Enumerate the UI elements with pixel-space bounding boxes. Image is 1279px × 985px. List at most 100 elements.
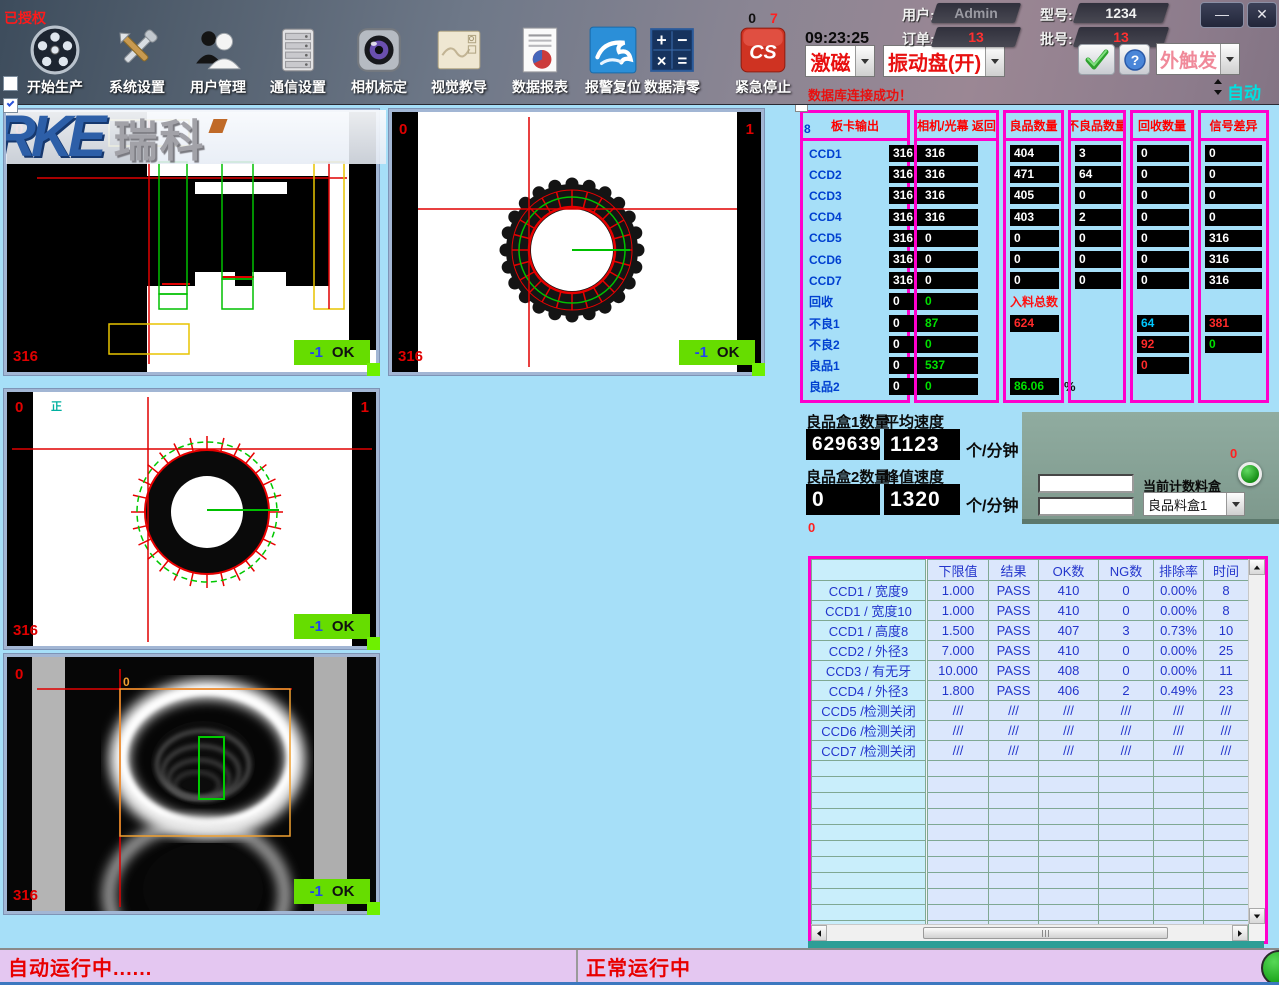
- order-field[interactable]: 13: [931, 27, 1021, 47]
- measurement-cell: ///: [1039, 721, 1099, 741]
- toolbar-button-10[interactable]: 07CS紧急停止: [722, 24, 804, 97]
- value-box: 0: [1205, 145, 1262, 162]
- measurement-cell: 7.000: [927, 641, 989, 661]
- table-row[interactable]: CCD1 / 高度81.500PASS40730.73%10: [812, 621, 1249, 641]
- users-icon: [192, 24, 244, 76]
- table-row[interactable]: CCD6 /检测关闭//////////////////: [812, 721, 1249, 741]
- resize-grip[interactable]: [367, 902, 380, 915]
- toolbar-button-7[interactable]: 数据报表: [499, 24, 581, 97]
- measurement-cell: 2: [1099, 681, 1154, 701]
- camera-view-3[interactable]: 0 正 1 316 -1OK: [3, 388, 380, 650]
- table-row[interactable]: CCD1 / 宽度101.000PASS41000.00%8: [812, 601, 1249, 621]
- column-header: NG数: [1099, 560, 1154, 581]
- table-row[interactable]: CCD3 / 有无牙10.000PASS40800.00%11: [812, 661, 1249, 681]
- spin-up-icon[interactable]: [1214, 79, 1222, 84]
- status-bar: 自动运行中...... 正常运行中: [0, 948, 1279, 982]
- measurement-cell: ///: [927, 701, 989, 721]
- value-box: 64: [1075, 166, 1121, 183]
- camera-view-4[interactable]: 0 0 316 -1OK: [3, 653, 380, 915]
- dropdown-arrow-icon[interactable]: [1220, 44, 1239, 74]
- stats-row-label: CCD5: [809, 231, 842, 245]
- report-icon: [514, 24, 566, 76]
- resize-grip[interactable]: [752, 363, 765, 376]
- checkbox-checked[interactable]: [3, 98, 18, 113]
- value-box: 0: [1205, 166, 1262, 183]
- camera-icon: [353, 24, 405, 76]
- scroll-up-icon[interactable]: [1249, 559, 1265, 575]
- reel-icon: [29, 24, 81, 76]
- table-row[interactable]: CCD7 /检测关闭//////////////////: [812, 741, 1249, 761]
- total-counter: 316: [13, 349, 38, 364]
- toolbar-button-5[interactable]: 相机标定: [338, 24, 420, 97]
- measurement-table: 下限值结果OK数NG数排除率时间CCD1 / 宽度91.000PASS41000…: [811, 559, 1249, 944]
- measurement-cell: 410: [1039, 581, 1099, 601]
- db-status-message: 数据库连接成功！: [808, 85, 912, 104]
- table-row[interactable]: CCD1 / 宽度91.000PASS41000.00%8: [812, 581, 1249, 601]
- measurement-cell: 410: [1039, 641, 1099, 661]
- vertical-scrollbar[interactable]: [1248, 559, 1265, 924]
- table-row[interactable]: CCD5 /检测关闭//////////////////: [812, 701, 1249, 721]
- magnet-dropdown[interactable]: 激磁: [805, 45, 875, 77]
- resize-grip[interactable]: [367, 637, 380, 650]
- counter-input-1[interactable]: [1038, 474, 1134, 493]
- resize-grip[interactable]: [367, 363, 380, 376]
- table-row[interactable]: CCD2 / 外径37.000PASS41000.00%25: [812, 641, 1249, 661]
- toolbar-button-4[interactable]: 通信设置: [257, 24, 339, 97]
- spin-down-icon[interactable]: [1214, 90, 1222, 95]
- value-box: 316: [921, 187, 978, 204]
- toolbar-button-3[interactable]: 用户管理: [177, 24, 259, 97]
- scroll-down-icon[interactable]: [1249, 908, 1265, 924]
- roi-label: 0: [123, 675, 130, 689]
- toolbar-button-1[interactable]: 开始生产: [14, 24, 96, 97]
- scrollbar-thumb[interactable]: [923, 927, 1168, 939]
- column-header: 下限值: [927, 560, 989, 581]
- counter-input-2[interactable]: [1038, 497, 1134, 516]
- stats-row-label: CCD6: [809, 253, 842, 267]
- trigger-dropdown[interactable]: 外触发: [1156, 43, 1240, 75]
- total-counter: 316: [13, 623, 38, 638]
- close-button[interactable]: ✕: [1247, 2, 1277, 28]
- measurement-cell: 0.00%: [1154, 601, 1204, 621]
- measurement-cell: 407: [1039, 621, 1099, 641]
- table-header-row: 下限值结果OK数NG数排除率时间: [812, 560, 1249, 581]
- table-row[interactable]: CCD4 / 外径31.800PASS40620.49%23: [812, 681, 1249, 701]
- stats-row-label: 不良1: [809, 315, 840, 332]
- scroll-left-icon[interactable]: [811, 925, 827, 941]
- value-box: 404: [1010, 145, 1059, 162]
- auto-mode-label: 自动: [1227, 79, 1261, 104]
- camera-view-2[interactable]: 0 1 316 -1OK: [388, 108, 765, 376]
- model-field[interactable]: 1234: [1073, 3, 1169, 23]
- value-box: 3: [1075, 145, 1121, 162]
- measurement-cell: ///: [1039, 701, 1099, 721]
- measurement-cell: 8: [1204, 581, 1249, 601]
- horizontal-scrollbar[interactable]: [811, 924, 1248, 941]
- model-label: 型号:: [1040, 5, 1073, 25]
- box-select-dropdown[interactable]: 良品料盒1: [1143, 492, 1245, 516]
- empty-row: [812, 889, 1249, 905]
- value-box: 0: [921, 230, 978, 247]
- toolbar-button-9[interactable]: +−×=数据清零: [631, 24, 713, 97]
- minimize-button[interactable]: —: [1200, 2, 1244, 28]
- dropdown-arrow-icon[interactable]: [985, 46, 1004, 76]
- toolbar-button-2[interactable]: 系统设置: [96, 24, 178, 97]
- empty-row: [812, 841, 1249, 857]
- estop-icon: CS: [737, 24, 789, 76]
- dropdown-arrow-icon[interactable]: [855, 46, 874, 76]
- value-box: 0: [1075, 187, 1121, 204]
- confirm-button[interactable]: [1078, 44, 1115, 75]
- calculator-icon: +−×=: [646, 24, 698, 76]
- svg-text:×: ×: [657, 52, 667, 71]
- stats-column-5: 回收数量000000064920: [1130, 110, 1194, 403]
- dropdown-arrow-icon[interactable]: [1226, 493, 1244, 515]
- auto-spinner[interactable]: [1214, 79, 1222, 95]
- svg-text:=: =: [678, 52, 688, 71]
- value-box: 64: [1137, 315, 1189, 332]
- vibration-dropdown[interactable]: 振动盘(开): [883, 45, 1005, 77]
- value-box: 0: [921, 251, 978, 268]
- scroll-right-icon[interactable]: [1232, 925, 1248, 941]
- detail-table: 下限值结果OK数NG数排除率时间CCD1 / 宽度91.000PASS41000…: [808, 556, 1268, 944]
- checkbox-unchecked[interactable]: [3, 76, 18, 91]
- user-field[interactable]: Admin: [931, 3, 1021, 23]
- toolbar-button-6[interactable]: 视觉教导: [418, 24, 500, 97]
- help-button[interactable]: ?: [1119, 44, 1150, 75]
